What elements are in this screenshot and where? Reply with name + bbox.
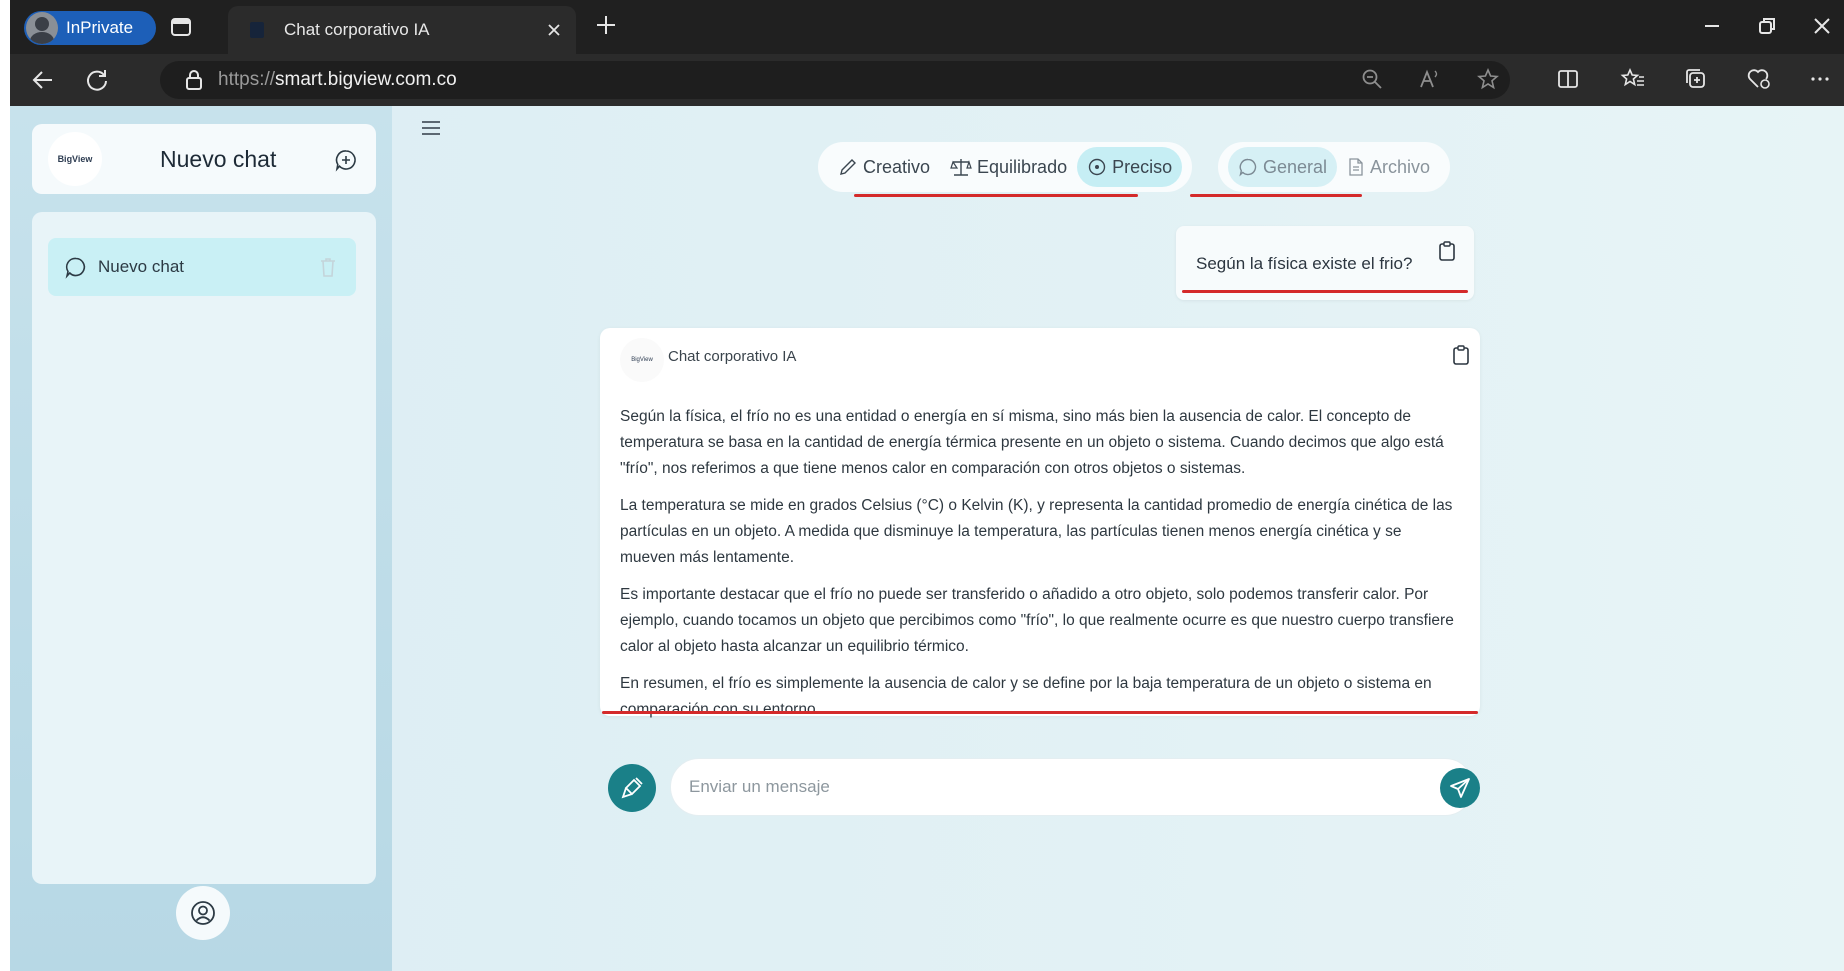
pencil-icon — [838, 157, 858, 177]
url-scheme: https:// — [218, 69, 276, 90]
chat-history-list: Nuevo chat — [32, 212, 376, 884]
favicon-icon — [250, 22, 264, 38]
source-highlight-underline — [1190, 194, 1362, 197]
target-icon — [1087, 157, 1107, 177]
send-button[interactable] — [1440, 768, 1480, 808]
read-aloud-icon[interactable] — [1418, 67, 1442, 91]
mode-creativo[interactable]: Creativo — [828, 147, 940, 187]
zoom-out-icon[interactable] — [1360, 67, 1384, 91]
hamburger-menu-icon[interactable] — [420, 118, 442, 138]
source-label: Archivo — [1370, 156, 1431, 177]
avatar-logo-text: BigView — [631, 357, 653, 363]
url-text[interactable]: https://smart.bigview.com.co — [218, 69, 457, 91]
minimize-icon[interactable] — [1700, 14, 1724, 38]
user-profile-button[interactable] — [176, 886, 230, 940]
bigview-logo: BigView — [48, 132, 102, 186]
user-icon — [191, 901, 215, 925]
source-general[interactable]: General — [1228, 147, 1338, 187]
send-icon — [1450, 778, 1470, 798]
app-viewport: BigView Nuevo chat Nuevo chat Creativo E… — [10, 106, 1844, 971]
inprivate-label: InPrivate — [66, 18, 134, 37]
sidebar-title: Nuevo chat — [160, 146, 277, 172]
tab-actions-icon[interactable] — [170, 16, 192, 38]
assistant-paragraph: Según la física, el frío no es una entid… — [620, 408, 1444, 477]
clipboard-icon[interactable] — [1452, 344, 1470, 366]
refresh-icon[interactable] — [84, 67, 110, 93]
user-message-text: Según la física existe el frio? — [1196, 254, 1413, 273]
sidebar: BigView Nuevo chat Nuevo chat — [10, 106, 392, 971]
source-archivo[interactable]: Archivo — [1337, 147, 1440, 187]
mode-preciso[interactable]: Preciso — [1077, 147, 1183, 187]
mode-label: Preciso — [1112, 156, 1173, 177]
url-bar[interactable]: https://smart.bigview.com.co — [160, 61, 1510, 99]
restore-icon[interactable] — [1755, 14, 1779, 38]
trash-icon[interactable] — [318, 256, 338, 278]
favorite-star-icon[interactable] — [1476, 67, 1500, 91]
browser-essentials-icon[interactable] — [1746, 67, 1772, 91]
assistant-message: BigView Chat corporativo IA Según la fís… — [600, 328, 1480, 718]
logo-text: BigView — [57, 154, 93, 164]
split-screen-icon[interactable] — [1556, 67, 1580, 91]
address-toolbar: https://smart.bigview.com.co — [10, 54, 1844, 106]
sidebar-header: BigView Nuevo chat — [32, 124, 376, 194]
close-tab-icon[interactable] — [546, 22, 562, 38]
new-tab-icon[interactable] — [594, 13, 618, 37]
profile-avatar — [26, 12, 58, 44]
user-message: Según la física existe el frio? — [1176, 226, 1474, 300]
scale-icon — [950, 157, 972, 177]
assistant-paragraph: Es importante destacar que el frío no pu… — [620, 586, 1454, 655]
chat-list-item[interactable]: Nuevo chat — [48, 238, 356, 296]
clipboard-icon[interactable] — [1438, 240, 1456, 262]
assistant-message-body: Según la física, el frío no es una entid… — [620, 404, 1460, 734]
mode-equilibrado[interactable]: Equilibrado — [940, 147, 1077, 187]
assistant-avatar: BigView — [620, 338, 664, 382]
document-icon — [1347, 157, 1365, 177]
back-arrow-icon[interactable] — [30, 67, 56, 93]
chat-bubble-icon — [1238, 157, 1258, 177]
source-label: General — [1263, 156, 1328, 177]
tab-title: Chat corporativo IA — [284, 20, 430, 39]
chat-main: Creativo Equilibrado Preciso General Arc… — [392, 106, 1844, 971]
new-chat-plus-icon[interactable] — [334, 148, 358, 172]
browser-tab[interactable]: Chat corporativo IA — [228, 6, 576, 54]
mode-label: Creativo — [863, 156, 931, 177]
title-bar: InPrivate Chat corporativo IA — [10, 0, 1844, 54]
message-composer — [608, 758, 1480, 818]
mode-selector: Creativo Equilibrado Preciso — [818, 142, 1193, 192]
assistant-paragraph: En resumen, el frío es simplemente la au… — [620, 675, 1432, 718]
lock-icon[interactable] — [184, 69, 204, 91]
browser-window: InPrivate Chat corporativo IA https://sm… — [10, 0, 1844, 971]
chat-bubble-icon — [64, 255, 88, 279]
clear-chat-button[interactable] — [608, 764, 656, 812]
mode-highlight-underline — [854, 194, 1138, 197]
message-input[interactable] — [670, 758, 1474, 816]
close-window-icon[interactable] — [1810, 14, 1834, 38]
assistant-paragraph: La temperatura se mide en grados Celsius… — [620, 497, 1453, 566]
assistant-name: Chat corporativo IA — [668, 348, 797, 365]
mode-label: Equilibrado — [977, 156, 1068, 177]
brush-icon — [621, 777, 643, 799]
assistant-message-underline — [602, 711, 1478, 714]
collections-icon[interactable] — [1684, 67, 1708, 91]
chat-item-label: Nuevo chat — [98, 257, 184, 276]
url-host: smart.bigview.com.co — [275, 69, 457, 90]
user-message-underline — [1182, 290, 1468, 293]
source-selector: General Archivo — [1218, 142, 1451, 192]
inprivate-badge[interactable]: InPrivate — [24, 11, 156, 45]
favorites-list-icon[interactable] — [1620, 67, 1646, 91]
more-options-icon[interactable] — [1808, 67, 1832, 91]
